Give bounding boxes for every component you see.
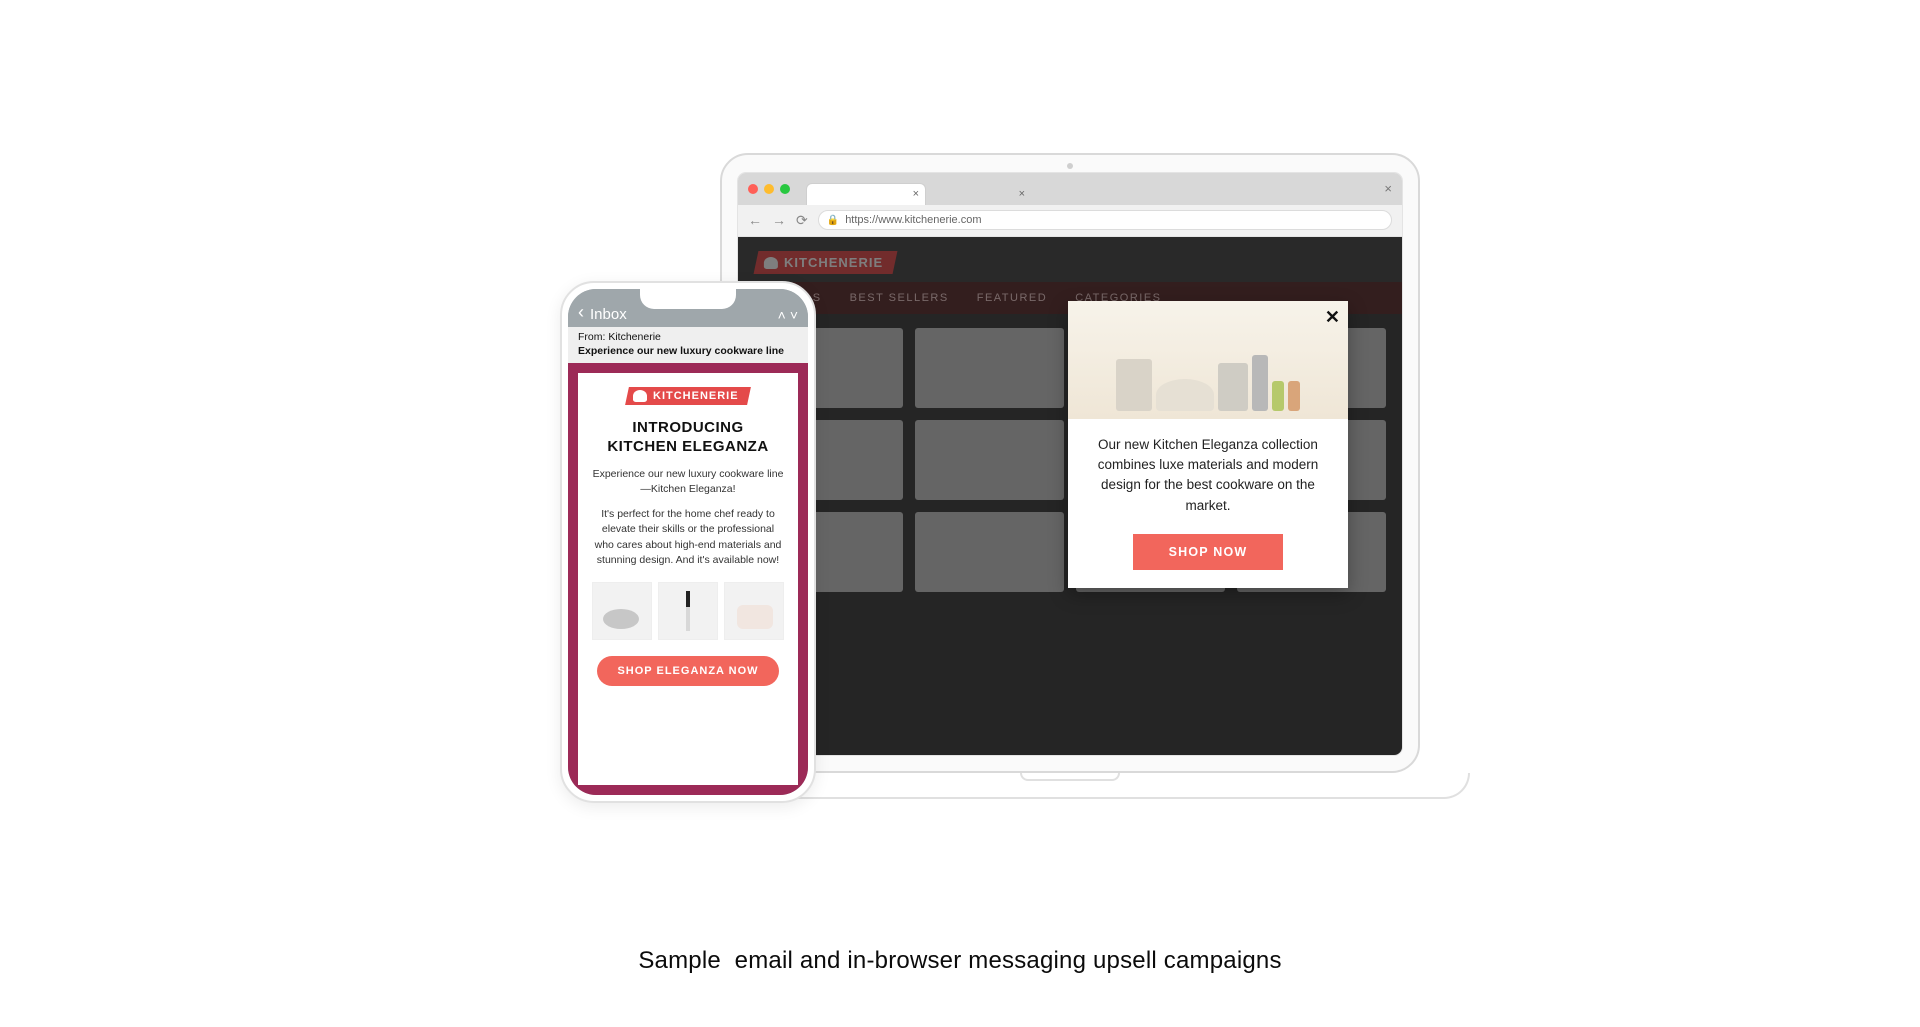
forward-icon[interactable]: → xyxy=(772,212,786,228)
minimize-icon[interactable] xyxy=(764,184,774,194)
website-content: KITCHENERIE ARRIVALS BEST SELLERS FEATUR… xyxy=(738,237,1402,755)
email-thumbnails xyxy=(592,582,784,640)
lock-icon: 🔒 xyxy=(827,215,839,226)
maximize-icon[interactable] xyxy=(780,184,790,194)
product-thumb-pan[interactable] xyxy=(592,582,652,640)
laptop-hinge xyxy=(1020,773,1120,781)
phone-screen: ‹ Inbox ˄ ˅ From: Kitchenerie Experience… xyxy=(568,289,808,795)
popup-hero-image: ✕ xyxy=(1068,301,1348,419)
phone-mockup: ‹ Inbox ˄ ˅ From: Kitchenerie Experience… xyxy=(560,281,816,803)
close-icon[interactable]: ✕ xyxy=(1325,307,1340,328)
inbox-label[interactable]: Inbox xyxy=(590,306,627,323)
cookware-icon xyxy=(1156,379,1214,411)
product-thumb-pot[interactable] xyxy=(724,582,784,640)
email-heading-line2: KITCHEN ELEGANZA xyxy=(592,438,784,457)
tab-close-icon[interactable]: × xyxy=(1019,188,1025,200)
shop-now-button[interactable]: SHOP NOW xyxy=(1133,534,1284,570)
cookware-icon xyxy=(1272,381,1284,411)
laptop-mockup: × × × ← → ⟳ 🔒 https://www.kitchenerie.co… xyxy=(720,153,1420,799)
product-tile[interactable] xyxy=(915,420,1064,500)
reload-icon[interactable]: ⟳ xyxy=(796,212,808,229)
phone-notch xyxy=(640,289,736,309)
tab-close-icon[interactable]: × xyxy=(913,188,919,200)
mail-body: KITCHENERIE INTRODUCING KITCHEN ELEGANZA… xyxy=(578,373,798,785)
chevron-down-icon[interactable]: ˅ xyxy=(790,307,798,323)
brand-logo[interactable]: KITCHENERIE xyxy=(754,251,898,274)
product-tile[interactable] xyxy=(915,512,1064,592)
browser-addressbar: ← → ⟳ 🔒 https://www.kitchenerie.com xyxy=(738,205,1402,237)
laptop-camera xyxy=(1067,163,1073,169)
close-icon[interactable] xyxy=(748,184,758,194)
browser-tab-active[interactable]: × xyxy=(806,183,926,205)
product-thumb-knife[interactable] xyxy=(658,582,718,640)
laptop-lid: × × × ← → ⟳ 🔒 https://www.kitchenerie.co… xyxy=(720,153,1420,773)
brand-name: KITCHENERIE xyxy=(784,255,883,270)
mail-subject: Experience our new luxury cookware line xyxy=(578,344,798,358)
mail-body-wrap: KITCHENERIE INTRODUCING KITCHEN ELEGANZA… xyxy=(568,363,808,795)
nav-best-sellers[interactable]: BEST SELLERS xyxy=(850,292,949,304)
figure-caption: Sample email and in-browser messaging up… xyxy=(638,947,1281,975)
url-text: https://www.kitchenerie.com xyxy=(845,214,981,226)
chevron-up-icon[interactable]: ˄ xyxy=(778,307,786,323)
mail-meta: From: Kitchenerie Experience our new lux… xyxy=(568,327,808,363)
mockup-stage: × × × ← → ⟳ 🔒 https://www.kitchenerie.co… xyxy=(550,153,1370,833)
brand-logo: KITCHENERIE xyxy=(625,387,750,405)
product-tile[interactable] xyxy=(915,328,1064,408)
cookware-icon xyxy=(1218,363,1248,411)
browser-window: × × × ← → ⟳ 🔒 https://www.kitchenerie.co… xyxy=(738,173,1402,755)
email-heading: INTRODUCING KITCHEN ELEGANZA xyxy=(592,419,784,457)
url-field[interactable]: 🔒 https://www.kitchenerie.com xyxy=(818,210,1392,230)
brand-name: KITCHENERIE xyxy=(653,390,739,402)
email-intro: Experience our new luxury cookware line—… xyxy=(592,467,784,497)
upsell-popup: ✕ Our new Kitchen Eleganza collection co… xyxy=(1068,301,1348,588)
email-heading-line1: INTRODUCING xyxy=(592,419,784,438)
chef-hat-icon xyxy=(633,390,647,402)
chef-hat-icon xyxy=(764,256,778,268)
popup-copy: Our new Kitchen Eleganza collection comb… xyxy=(1068,419,1348,534)
chevron-left-icon[interactable]: ‹ xyxy=(578,302,584,323)
window-controls xyxy=(748,184,790,194)
mail-from: From: Kitchenerie xyxy=(578,330,798,344)
cookware-icon xyxy=(1252,355,1268,411)
nav-featured[interactable]: FEATURED xyxy=(977,292,1047,304)
shop-eleganza-button[interactable]: SHOP ELEGANZA NOW xyxy=(597,656,778,686)
browser-tab-ghost: × xyxy=(932,183,1032,205)
email-copy: It's perfect for the home chef ready to … xyxy=(592,507,784,568)
back-icon[interactable]: ← xyxy=(748,212,762,228)
cookware-icon xyxy=(1116,359,1152,411)
site-header: KITCHENERIE xyxy=(738,237,1402,282)
browser-tabbar: × × × xyxy=(738,173,1402,205)
cookware-icon xyxy=(1288,381,1300,411)
window-close-icon[interactable]: × xyxy=(1384,181,1392,196)
